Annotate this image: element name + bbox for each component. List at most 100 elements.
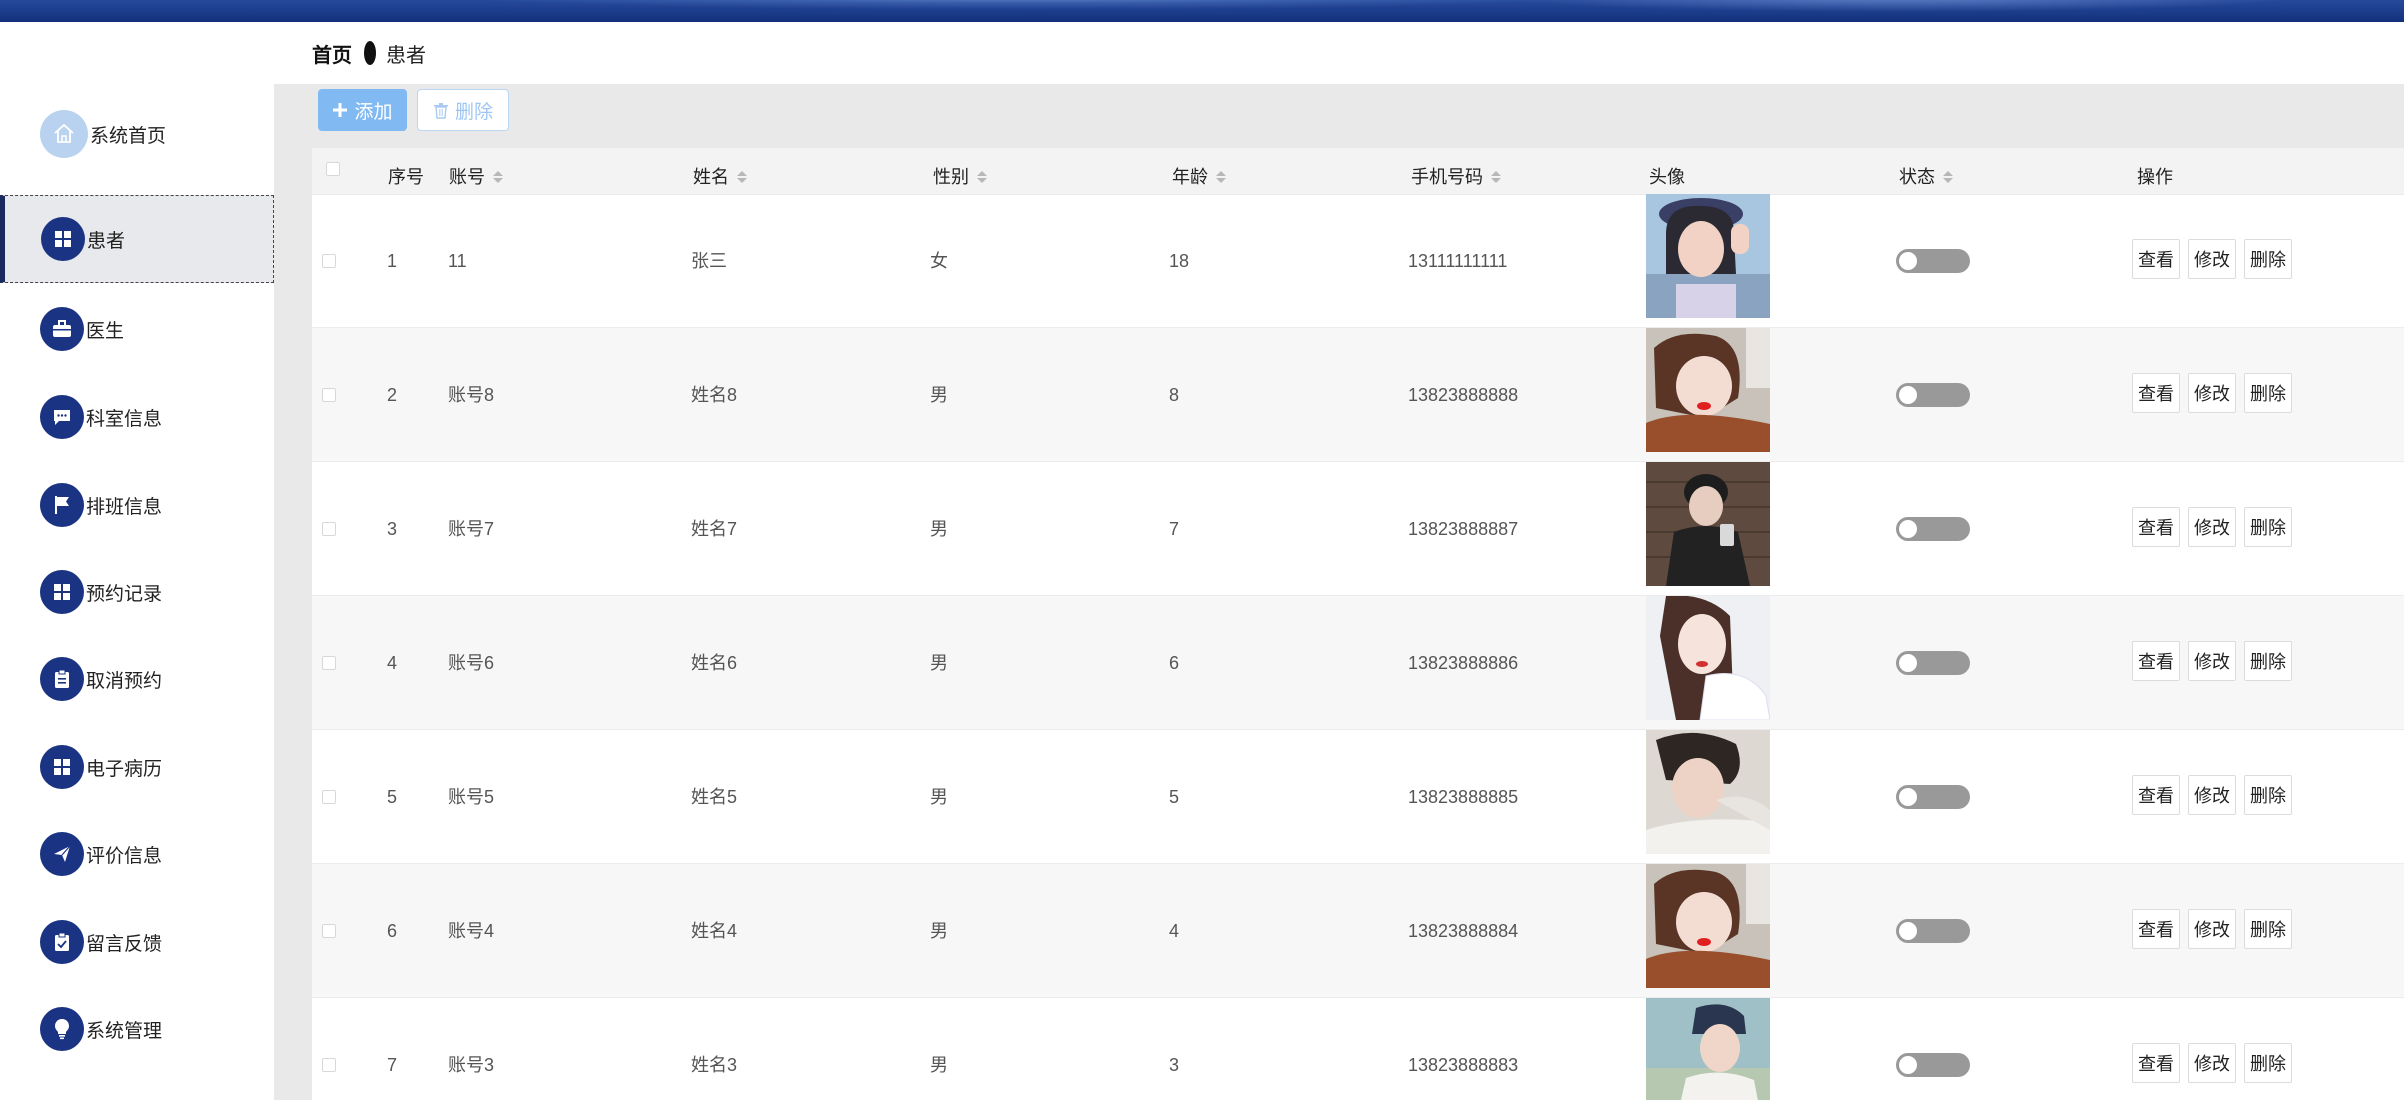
top-banner [0,0,2404,22]
sidebar-item-label: 科室信息 [86,408,163,430]
sort-icon[interactable] [1216,171,1226,183]
breadcrumb-separator-icon [364,41,376,65]
row-delete-button[interactable]: 删除 [2244,507,2292,547]
status-toggle[interactable] [1896,517,1970,541]
banner-glow-2 [1500,0,2300,12]
row-checkbox[interactable] [322,1058,336,1072]
row-checkbox[interactable] [322,924,336,938]
cell-account: 账号3 [448,1055,495,1075]
table-row[interactable]: 4 账号6 姓名6 男 6 13823888886 查看 修改 删除 [312,596,2404,730]
sidebar-item-label: 患者 [87,230,126,252]
cell-name: 姓名7 [691,519,738,539]
sidebar-item-schedule[interactable]: 排班信息 [0,461,274,549]
cell-gender: 男 [930,385,948,405]
cell-age: 8 [1169,385,1180,405]
view-button[interactable]: 查看 [2132,373,2180,413]
breadcrumb-home[interactable]: 首页 [312,39,352,68]
status-toggle[interactable] [1896,1053,1970,1077]
sidebar-item-doctors[interactable]: 医生 [0,285,274,373]
bulb-icon [40,1007,84,1051]
cell-index: 7 [387,1055,398,1075]
row-delete-button[interactable]: 删除 [2244,775,2292,815]
row-delete-button[interactable]: 删除 [2244,373,2292,413]
table-row[interactable]: 6 账号4 姓名4 男 4 13823888884 查看 修改 删除 [312,864,2404,998]
table-row[interactable]: 1 11 张三 女 18 13111111111 查看 修改 删除 [312,194,2404,328]
status-toggle[interactable] [1896,249,1970,273]
edit-button[interactable]: 修改 [2188,239,2236,279]
briefcase-icon [40,307,84,351]
sort-icon[interactable] [493,171,503,183]
view-button[interactable]: 查看 [2132,909,2180,949]
sort-icon[interactable] [1491,171,1501,183]
row-checkbox[interactable] [322,254,336,268]
sidebar-item-system-admin[interactable]: 系统管理 [0,985,274,1073]
view-button[interactable]: 查看 [2132,1043,2180,1083]
cell-gender: 男 [930,787,948,807]
edit-button[interactable]: 修改 [2188,507,2236,547]
sidebar-item-patients[interactable]: 患者 [0,195,274,283]
avatar [1646,194,1770,318]
select-all-checkbox[interactable] [326,162,340,176]
edit-button[interactable]: 修改 [2188,641,2236,681]
clipboard-icon [40,657,84,701]
edit-button[interactable]: 修改 [2188,373,2236,413]
cell-name: 姓名6 [691,653,738,673]
status-toggle[interactable] [1896,785,1970,809]
sidebar-item-label: 取消预约 [86,670,163,692]
row-delete-button[interactable]: 删除 [2244,909,2292,949]
sort-icon[interactable] [1943,171,1953,183]
row-checkbox[interactable] [322,656,336,670]
view-button[interactable]: 查看 [2132,775,2180,815]
cell-phone: 13823888887 [1408,519,1519,539]
cell-phone: 13823888885 [1408,787,1519,807]
table-row[interactable]: 7 账号3 姓名3 男 3 13823888883 查看 修改 删除 [312,998,2404,1100]
cell-name: 张三 [691,251,727,271]
avatar [1646,596,1770,720]
table-row[interactable]: 3 账号7 姓名7 男 7 13823888887 查看 修改 删除 [312,462,2404,596]
row-delete-button[interactable]: 删除 [2244,1043,2292,1083]
view-button[interactable]: 查看 [2132,507,2180,547]
home-icon [40,110,88,158]
cell-phone: 13823888886 [1408,653,1519,673]
row-delete-button[interactable]: 删除 [2244,641,2292,681]
sort-icon[interactable] [737,171,747,183]
cell-account: 账号6 [448,653,495,673]
sidebar-item-medical-records[interactable]: 电子病历 [0,723,274,811]
sidebar-item-cancel-appointments[interactable]: 取消预约 [0,635,274,723]
status-toggle[interactable] [1896,651,1970,675]
table-row[interactable]: 5 账号5 姓名5 男 5 13823888885 查看 修改 删除 [312,730,2404,864]
row-checkbox[interactable] [322,522,336,536]
view-button[interactable]: 查看 [2132,641,2180,681]
edit-button[interactable]: 修改 [2188,909,2236,949]
delete-button[interactable]: 删除 [417,89,509,131]
sidebar-item-departments[interactable]: 科室信息 [0,373,274,461]
sidebar-item-reviews[interactable]: 评价信息 [0,810,274,898]
sort-icon[interactable] [977,171,987,183]
cell-index: 1 [387,251,398,271]
status-toggle[interactable] [1896,383,1970,407]
avatar [1646,328,1770,452]
status-toggle[interactable] [1896,919,1970,943]
cell-name: 姓名5 [691,787,738,807]
add-button[interactable]: 添加 [318,89,407,131]
trash-icon [433,102,448,119]
edit-button[interactable]: 修改 [2188,1043,2236,1083]
cell-account: 账号8 [448,385,495,405]
sidebar-item-label: 预约记录 [86,583,163,605]
cell-name: 姓名4 [691,921,738,941]
table-row[interactable]: 2 账号8 姓名8 男 8 13823888888 查看 修改 删除 [312,328,2404,462]
sidebar-item-appointments[interactable]: 预约记录 [0,548,274,636]
cell-name: 姓名3 [691,1055,738,1075]
cell-gender: 男 [930,921,948,941]
edit-button[interactable]: 修改 [2188,775,2236,815]
avatar [1646,864,1770,988]
cell-age: 3 [1169,1055,1180,1075]
row-checkbox[interactable] [322,388,336,402]
row-checkbox[interactable] [322,790,336,804]
sidebar-item-label: 评价信息 [86,845,163,867]
row-delete-button[interactable]: 删除 [2244,239,2292,279]
plus-icon [333,103,348,117]
sidebar-item-home[interactable]: 系统首页 [0,90,274,178]
view-button[interactable]: 查看 [2132,239,2180,279]
sidebar-item-feedback[interactable]: 留言反馈 [0,898,274,986]
